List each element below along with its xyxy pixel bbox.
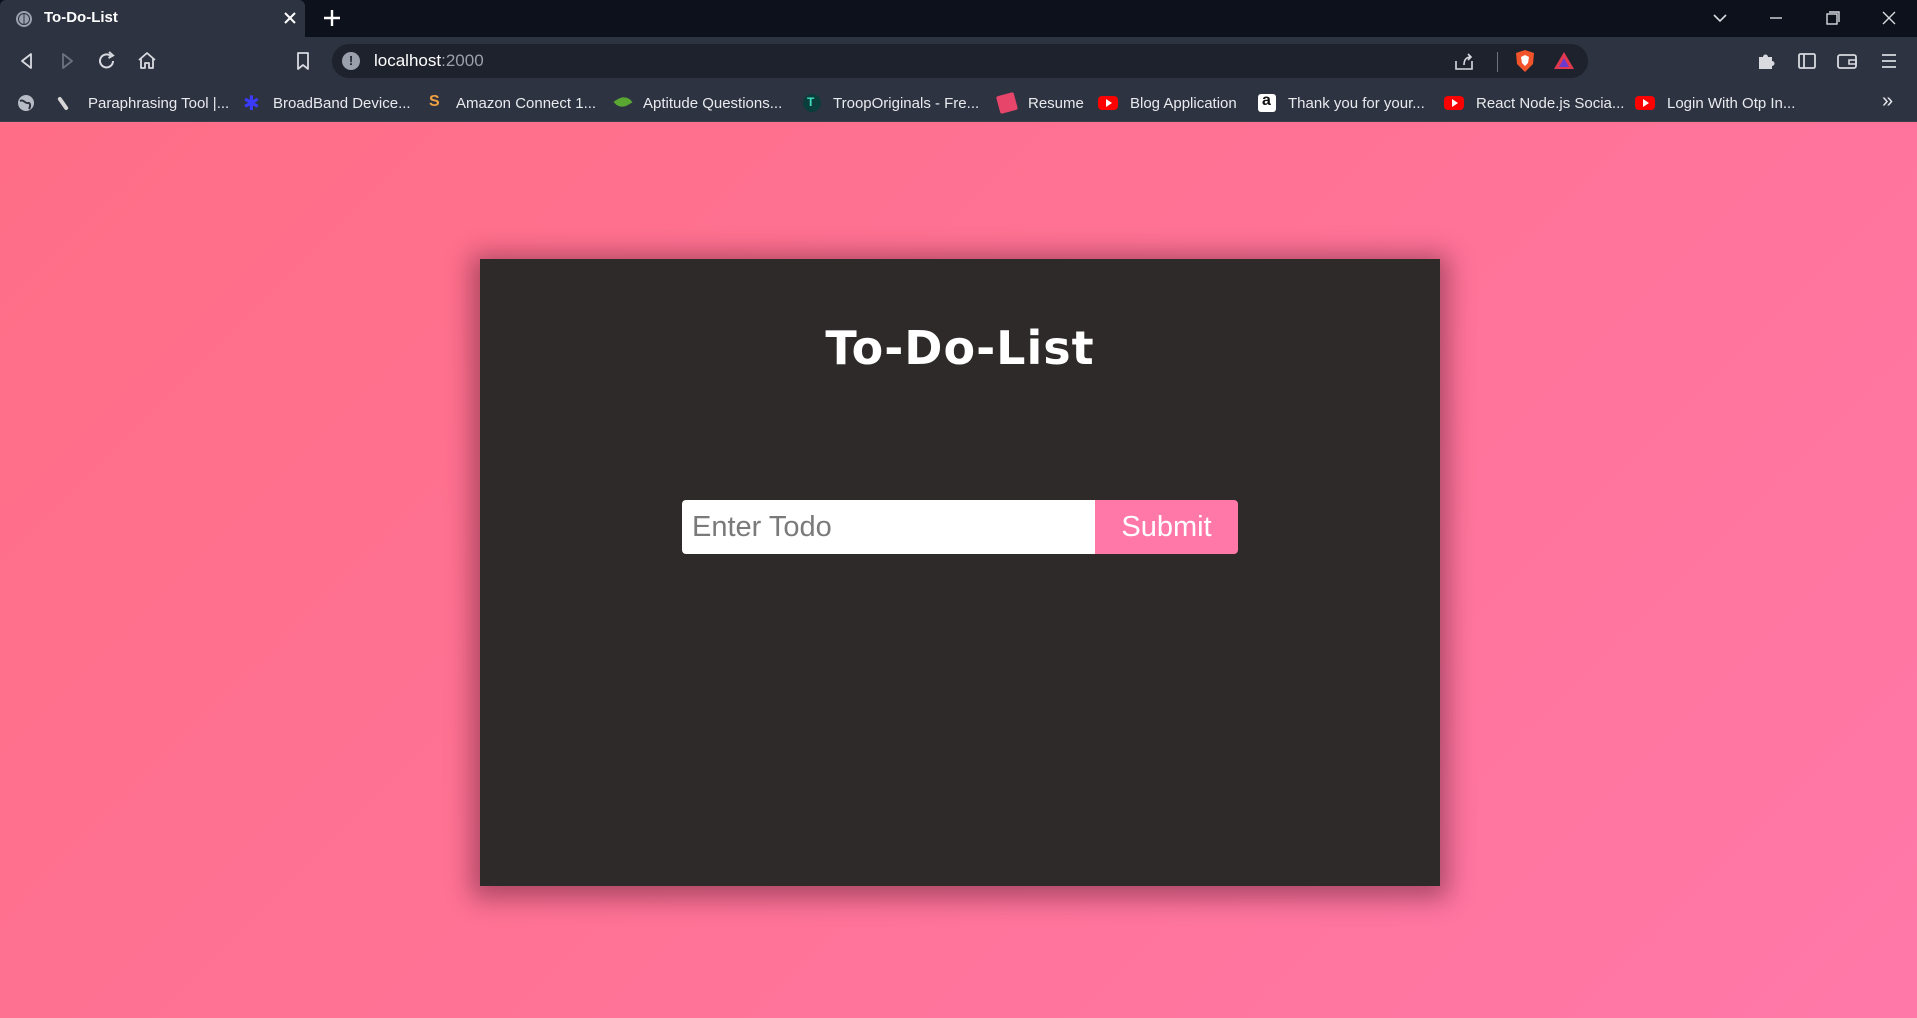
bookmark-icon[interactable]	[290, 48, 316, 74]
leaf-icon	[613, 94, 631, 112]
bookmarks-overflow-chevron-icon[interactable]: »	[1882, 90, 1902, 114]
new-tab-plus-icon[interactable]	[320, 6, 344, 30]
home-icon[interactable]	[134, 48, 160, 74]
submit-button[interactable]: Submit	[1095, 500, 1238, 554]
todo-card: To-Do-List Submit	[480, 259, 1440, 886]
url-port: :2000	[441, 51, 484, 70]
back-icon[interactable]	[14, 48, 40, 74]
menu-hamburger-icon[interactable]	[1876, 48, 1902, 74]
brave-shield-icon[interactable]	[1512, 48, 1538, 74]
troop-icon	[803, 94, 821, 112]
site-info-icon[interactable]	[342, 52, 360, 70]
wallet-icon[interactable]	[1834, 48, 1860, 74]
bookmark-label: Login With Otp In...	[1667, 94, 1796, 112]
url-text[interactable]: localhost:2000	[374, 51, 484, 71]
globe-icon	[16, 11, 32, 27]
window-close-icon[interactable]	[1875, 6, 1903, 30]
reload-icon[interactable]	[94, 48, 120, 74]
bookmark-label: TroopOriginals - Fre...	[833, 94, 980, 112]
forward-icon[interactable]	[54, 48, 80, 74]
bookmarks-globe-icon[interactable]	[16, 93, 36, 113]
page-background: To-Do-List Submit	[0, 123, 1917, 1018]
address-bar-divider	[1497, 52, 1498, 72]
resume-icon	[995, 91, 1019, 115]
bookmark-label: Thank you for your...	[1288, 94, 1425, 112]
spider-icon	[243, 91, 261, 116]
tab-search-chevron-icon[interactable]	[1706, 6, 1734, 30]
tab-strip: To-Do-List	[0, 0, 1917, 37]
amazon-connect-icon	[426, 93, 444, 112]
youtube-icon	[1444, 96, 1464, 110]
tab-title: To-Do-List	[44, 9, 118, 26]
bookmark-item-aptitude[interactable]: Aptitude Questions...	[613, 93, 782, 113]
todo-input[interactable]	[682, 500, 1096, 554]
bookmark-item-broadband[interactable]: BroadBand Device...	[243, 91, 411, 116]
youtube-icon	[1635, 96, 1655, 110]
bookmark-item-resume[interactable]: Resume	[995, 91, 1084, 115]
bookmark-label: BroadBand Device...	[273, 94, 411, 112]
bookmarks-bar: Paraphrasing Tool |... BroadBand Device.…	[0, 84, 1917, 122]
sidebar-toggle-icon[interactable]	[1794, 48, 1820, 74]
bookmark-label: Amazon Connect 1...	[456, 94, 597, 112]
bookmark-item-amazon-connect[interactable]: Amazon Connect 1...	[426, 93, 596, 113]
minimize-icon[interactable]	[1762, 6, 1790, 30]
restore-icon[interactable]	[1818, 6, 1846, 30]
bookmark-label: Aptitude Questions...	[643, 94, 783, 112]
bookmark-label: Blog Application	[1130, 94, 1237, 112]
bookmark-item-login-otp[interactable]: Login With Otp In...	[1635, 93, 1795, 113]
extensions-icon[interactable]	[1753, 48, 1779, 74]
amazon-icon	[1258, 92, 1276, 112]
bookmark-item-thank-you[interactable]: Thank you for your...	[1258, 92, 1425, 113]
bookmark-item-troop[interactable]: TroopOriginals - Fre...	[803, 93, 979, 113]
tab-close-icon[interactable]	[280, 8, 300, 28]
brave-rewards-icon[interactable]	[1552, 49, 1576, 73]
browser-tab-active[interactable]: To-Do-List	[0, 0, 305, 37]
youtube-icon	[1098, 96, 1118, 110]
page-title: To-Do-List	[825, 321, 1095, 375]
bookmark-label: Paraphrasing Tool |...	[88, 94, 230, 112]
bookmark-item-paraphrasing[interactable]: Paraphrasing Tool |...	[58, 93, 229, 113]
feather-icon	[58, 94, 76, 112]
bookmark-label: React Node.js Socia...	[1476, 94, 1625, 112]
address-bar[interactable]: localhost:2000	[332, 44, 1588, 78]
browser-toolbar: localhost:2000	[0, 37, 1917, 84]
bookmark-item-react-node[interactable]: React Node.js Socia...	[1444, 93, 1624, 113]
bookmark-label: Resume	[1028, 94, 1084, 112]
bookmark-item-blog[interactable]: Blog Application	[1098, 93, 1237, 113]
url-host: localhost	[374, 51, 442, 70]
share-icon[interactable]	[1452, 51, 1476, 73]
